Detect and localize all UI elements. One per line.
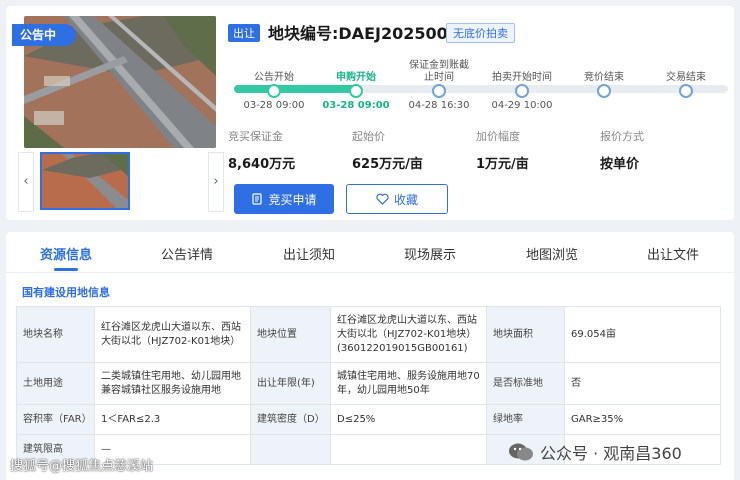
metric-deposit: 竞买保证金 8,640万元: [228, 128, 295, 172]
table-value: 红谷滩区龙虎山大道以东、西站大街以北（HJZ702-K01地块）: [94, 306, 251, 363]
tab-site-display[interactable]: 现场展示: [375, 244, 485, 263]
apply-bid-label: 竞买申请: [268, 192, 317, 207]
thumbnail-image[interactable]: [40, 152, 130, 210]
table-value: GAR≥35%: [564, 404, 721, 435]
table-value: 红谷滩区龙虎山大道以东、西站大街以北（HJZ702-K01地块）(3601220…: [330, 306, 487, 363]
step-label: 申购开始: [336, 72, 376, 83]
step-time: 04-28 16:30: [408, 100, 470, 111]
table-row: 地块名称 红谷滩区龙虎山大道以东、西站大街以北（HJZ702-K01地块） 地块…: [16, 306, 721, 363]
step-label: 拍卖开始时间: [492, 72, 552, 83]
step-dot: [349, 84, 363, 98]
step-dot: [267, 84, 281, 98]
favorite-label: 收藏: [393, 192, 418, 207]
section-title: 国有建设用地信息: [22, 286, 110, 299]
table-value: [330, 434, 487, 465]
next-arrow-icon[interactable]: ›: [208, 152, 224, 212]
tab-bar: 资源信息 公告详情 出让须知 现场展示 地图浏览 出让文件: [6, 232, 734, 273]
step-dot: [679, 84, 693, 98]
favorite-button[interactable]: 收藏: [346, 184, 448, 214]
table-key: 地块面积: [486, 306, 565, 363]
table-key: 是否标准地: [486, 362, 565, 405]
table-key: 建筑密度（D）: [250, 404, 331, 435]
metric-label: 报价方式: [600, 130, 644, 143]
progress-timeline: 公告开始 03-28 09:00 申购开始 03-28 09:00 保证金到账截…: [234, 60, 728, 116]
step-dot: [597, 84, 611, 98]
tab-transfer-notice[interactable]: 出让须知: [254, 244, 364, 263]
metric-quote-method: 报价方式 按单价: [600, 128, 644, 172]
sale-type-tag: 出让: [228, 24, 260, 42]
tab-map-view[interactable]: 地图浏览: [497, 244, 607, 263]
timeline-step: 公告开始 03-28 09:00: [234, 60, 314, 111]
metric-value: 625万元/亩: [352, 157, 423, 172]
metric-label: 加价幅度: [476, 130, 520, 143]
table-value: 69.054亩: [564, 306, 721, 363]
metric-increment: 加价幅度 1万元/亩: [476, 128, 529, 172]
step-label: 公告开始: [254, 72, 294, 83]
metric-value: 8,640万元: [228, 157, 296, 172]
step-label: 交易结束: [666, 72, 706, 83]
parcel-title: 地块编号:DAEJ2025003: [268, 24, 459, 43]
table-key: 土地用途: [16, 362, 95, 405]
step-dot: [432, 84, 446, 98]
table-key: 绿地率: [486, 404, 565, 435]
timeline-step: 拍卖开始时间 04-29 10:00: [482, 60, 562, 111]
heart-icon: [376, 193, 389, 205]
step-dot: [515, 84, 529, 98]
metric-label: 起始价: [352, 130, 385, 143]
tab-transfer-files[interactable]: 出让文件: [618, 244, 728, 263]
table-key: 出让年限(年): [250, 362, 331, 405]
status-badge: 公告中: [12, 24, 76, 46]
step-time: 04-29 10:00: [491, 100, 553, 111]
timeline-step: 申购开始 03-28 09:00: [316, 60, 396, 111]
parcel-summary-card: 公告中 ‹ › 出让 地块编号:DAEJ2025003 无底价拍卖 公告开始 0…: [6, 6, 734, 220]
wechat-icon: [509, 443, 533, 461]
step-time: 03-28 09:00: [243, 100, 305, 111]
tab-divider: [6, 272, 734, 273]
table-value: D≤25%: [330, 404, 487, 435]
table-value: 二类城镇住宅用地、幼儿园用地兼容城镇社区服务设施用地: [94, 362, 251, 405]
metric-value: 按单价: [600, 157, 640, 172]
auction-type-tag: 无底价拍卖: [446, 23, 515, 43]
watermark-left: 搜狐号@搜狐焦点慈溪站: [10, 459, 154, 474]
active-tab-indicator: [54, 268, 78, 271]
table-key: 容积率（FAR）: [16, 404, 95, 435]
metric-label: 竞买保证金: [228, 130, 283, 143]
table-key: [250, 434, 331, 465]
watermark-right-text: 公众号 · 观南昌360: [540, 444, 682, 463]
thumbnail-strip: ‹ ›: [18, 152, 224, 212]
metric-value: 1万元/亩: [476, 157, 529, 172]
apply-bid-button[interactable]: 竞买申请: [234, 184, 334, 214]
step-label: 竞价结束: [584, 72, 624, 83]
timeline-step: 竞价结束: [564, 60, 644, 100]
table-key: 地块名称: [16, 306, 95, 363]
document-icon: [252, 193, 263, 205]
prev-arrow-icon[interactable]: ‹: [18, 152, 34, 212]
watermark-right: 公众号 · 观南昌360: [508, 440, 682, 464]
table-key: 地块位置: [250, 306, 331, 363]
table-value: 否: [564, 362, 721, 405]
table-row: 土地用途 二类城镇住宅用地、幼儿园用地兼容城镇社区服务设施用地 出让年限(年) …: [16, 362, 721, 405]
tab-resource-info[interactable]: 资源信息: [11, 244, 121, 263]
step-time: 03-28 09:00: [322, 100, 390, 111]
tab-announcement-details[interactable]: 公告详情: [132, 244, 242, 263]
table-row: 容积率（FAR） 1＜FAR≤2.3 建筑密度（D） D≤25% 绿地率 GAR…: [16, 404, 721, 435]
table-value: 1＜FAR≤2.3: [94, 404, 251, 435]
metric-start-price: 起始价 625万元/亩: [352, 128, 423, 172]
timeline-step: 交易结束: [646, 60, 726, 100]
step-label: 保证金到账截止时间: [409, 60, 469, 83]
timeline-step: 保证金到账截止时间 04-28 16:30: [399, 60, 479, 111]
table-value: 城镇住宅用地、服务设施用地70年，幼儿园用地50年: [330, 362, 487, 405]
